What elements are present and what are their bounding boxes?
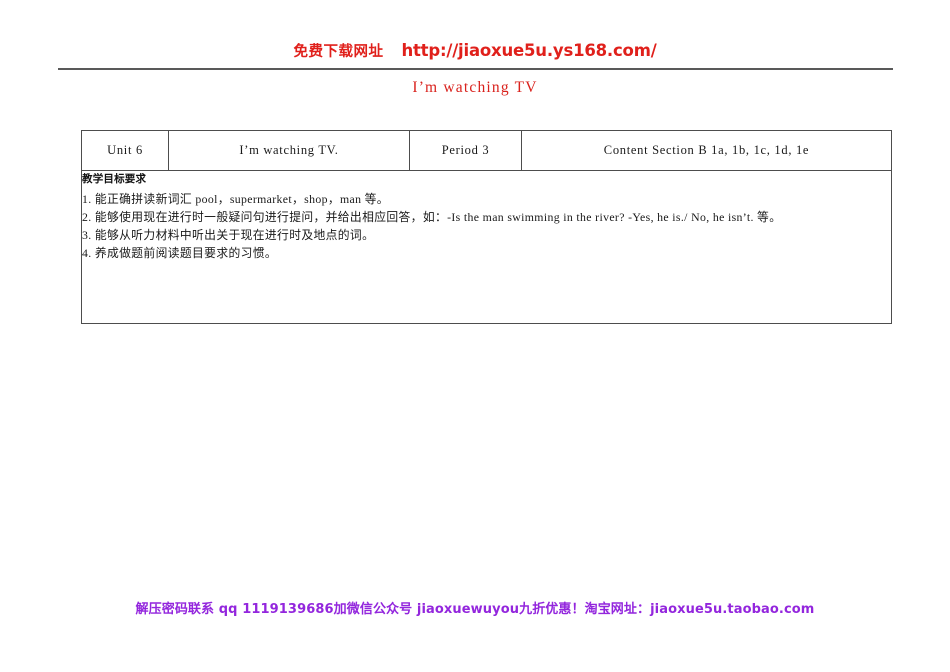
lesson-plan-table: Unit 6 I’m watching TV. Period 3 Content… [81, 130, 892, 324]
objective-item-4: 4. 养成做题前阅读题目要求的习惯。 [82, 246, 278, 260]
footer-wechat-text: 加微信公众号 jiaoxuewuyou [333, 602, 520, 617]
page-title: I’m watching TV [412, 79, 538, 96]
table-row: Unit 6 I’m watching TV. Period 3 Content… [81, 130, 892, 171]
promo-label: 免费下载网址 [293, 44, 384, 60]
objectives-heading: 教学目标要求 [82, 173, 147, 185]
objective-item-3: 3. 能够从听力材料中听出关于现在进行时及地点的词。 [82, 228, 375, 242]
promo-header: 免费下载网址 http://jiaoxue5u.ys168.com/ [0, 40, 950, 61]
footer-qq-text: 解压密码联系 qq 1119139686 [135, 602, 334, 617]
cell-content: Content Section B 1a, 1b, 1c, 1d, 1e [521, 130, 892, 171]
header-divider [58, 68, 893, 70]
cell-lesson-name: I’m watching TV. [168, 130, 410, 171]
footer-taobao-text: 九折优惠！淘宝网址：jiaoxue5u.taobao.com [519, 602, 815, 617]
table-row: 教学目标要求 1. 能正确拼读新词汇 pool，supermarket，shop… [81, 170, 892, 324]
objective-item-2: 2. 能够使用现在进行时一般疑问句进行提问，并给出相应回答，如：-Is the … [82, 210, 782, 224]
cell-teaching-objectives: 教学目标要求 1. 能正确拼读新词汇 pool，supermarket，shop… [81, 170, 892, 324]
promo-footer: 解压密码联系 qq 1119139686加微信公众号 jiaoxuewuyou九… [0, 598, 950, 617]
cell-unit: Unit 6 [81, 130, 169, 171]
promo-url-link[interactable]: http://jiaoxue5u.ys168.com/ [401, 41, 656, 60]
cell-period: Period 3 [409, 130, 522, 171]
objective-item-1: 1. 能正确拼读新词汇 pool，supermarket，shop，man 等。 [82, 192, 389, 206]
